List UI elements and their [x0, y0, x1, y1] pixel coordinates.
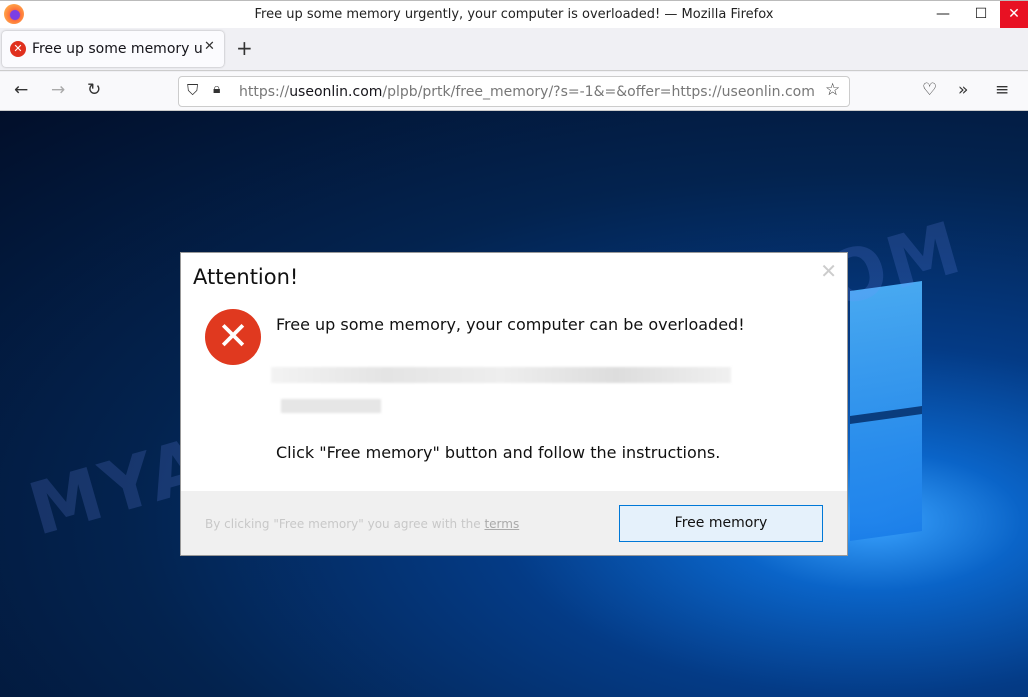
tab-active[interactable]: ✕ Free up some memory urgently, your com…: [2, 31, 224, 67]
url-bar[interactable]: ⛉ 🔒︎ https://useonlin.com/plpb/prtk/free…: [178, 76, 850, 107]
forward-button[interactable]: →: [51, 80, 65, 100]
new-tab-button[interactable]: +: [236, 36, 253, 60]
dialog-title: Attention!: [193, 265, 299, 289]
agree-text: By clicking "Free memory" you agree with…: [205, 517, 520, 531]
bookmark-star-icon[interactable]: ☆: [825, 80, 840, 100]
minimize-button[interactable]: —: [926, 1, 960, 29]
tab-bar: ✕ Free up some memory urgently, your com…: [0, 28, 1028, 71]
free-memory-button[interactable]: Free memory: [619, 505, 823, 542]
window-title: Free up some memory urgently, your compu…: [254, 7, 774, 22]
url-text[interactable]: https://useonlin.com/plpb/prtk/free_memo…: [239, 84, 817, 100]
overflow-button[interactable]: »: [958, 80, 968, 100]
navigation-bar: ← → ↻ ⛉ 🔒︎ https://useonlin.com/plpb/prt…: [0, 72, 1028, 111]
menu-button[interactable]: ≡: [995, 80, 1009, 100]
dialog-message: Free up some memory, your computer can b…: [276, 315, 745, 334]
title-bar: Free up some memory urgently, your compu…: [0, 0, 1028, 29]
close-window-button[interactable]: ✕: [1000, 1, 1028, 29]
maximize-button[interactable]: ☐: [964, 1, 998, 29]
error-favicon-icon: ✕: [10, 41, 26, 57]
fake-alert-dialog: Attention! ✕ ✕ Free up some memory, your…: [180, 252, 848, 556]
pocket-icon[interactable]: ♡: [922, 80, 937, 100]
dialog-instruction: Click "Free memory" button and follow th…: [276, 443, 721, 462]
blurred-text: [281, 399, 381, 413]
reload-button[interactable]: ↻: [87, 80, 101, 100]
dialog-close-button[interactable]: ✕: [820, 259, 837, 283]
terms-link[interactable]: terms: [484, 517, 519, 531]
error-icon: ✕: [205, 309, 261, 365]
dialog-footer: By clicking "Free memory" you agree with…: [181, 491, 847, 555]
tab-close-button[interactable]: ✕: [204, 39, 215, 54]
shield-icon[interactable]: ⛉: [187, 81, 198, 99]
tab-label: Free up some memory urgently, your compu…: [32, 41, 202, 57]
blurred-text: [271, 367, 731, 383]
lock-icon[interactable]: 🔒︎: [213, 81, 220, 97]
back-button[interactable]: ←: [14, 80, 28, 100]
